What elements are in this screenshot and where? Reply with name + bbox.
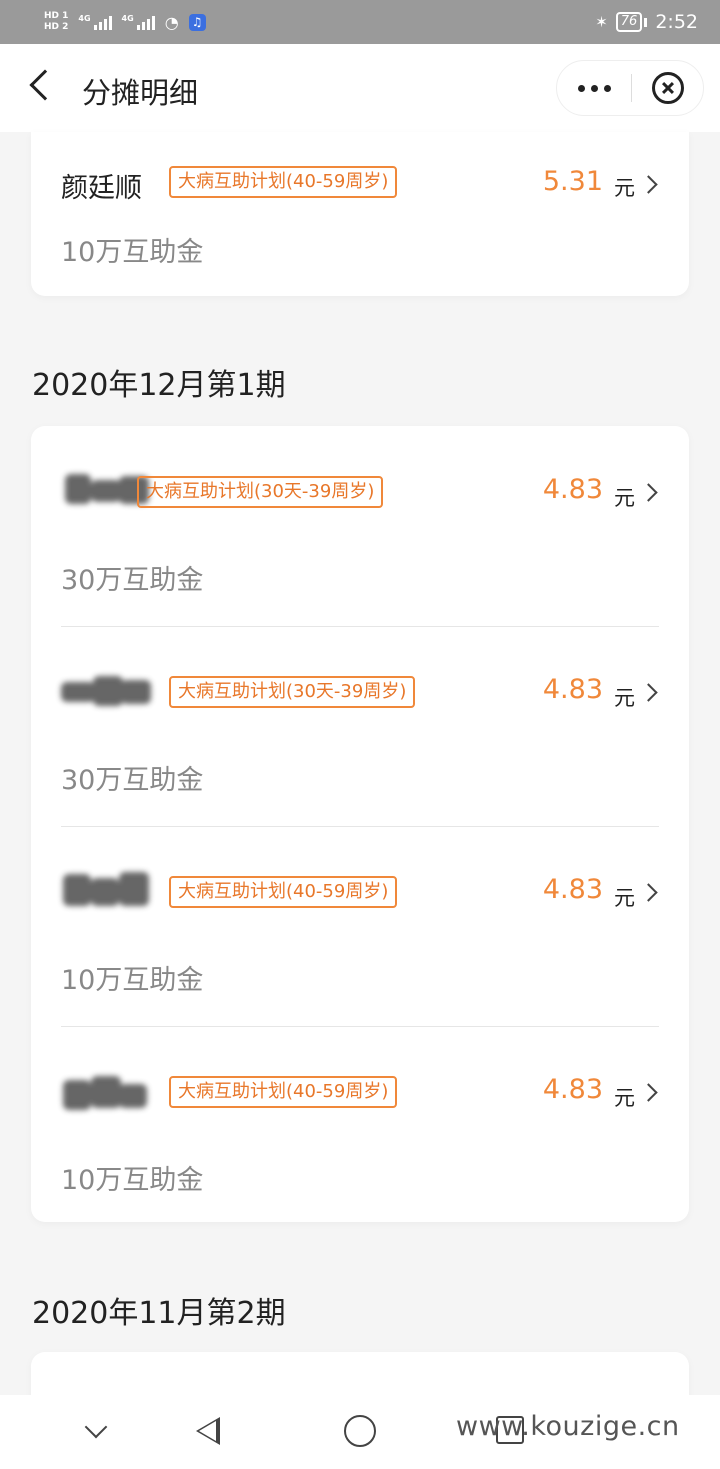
fund-amount: 10万互助金 bbox=[61, 1165, 204, 1196]
page-title: 分摊明细 bbox=[82, 76, 199, 110]
blurred-name bbox=[61, 670, 151, 716]
status-left: HD 1 HD 2 4G 4G ◔ ♫ bbox=[44, 11, 206, 33]
plan-tag: 大病互助计划(30天-39周岁) bbox=[137, 476, 384, 508]
list-item[interactable]: 大病互助计划(40-59周岁) 4.83 元 10万互助金 bbox=[31, 1026, 689, 1226]
amount-unit: 元 bbox=[614, 1086, 635, 1110]
wifi-icon: ◔ bbox=[164, 12, 179, 32]
chevron-right-icon bbox=[639, 1083, 658, 1102]
back-triangle-icon[interactable] bbox=[196, 1417, 220, 1445]
record-card: 大病互助计划(30天-39周岁) 4.83 元 30万互助金 大病互助计划(30… bbox=[31, 426, 689, 1222]
chevron-down-icon[interactable] bbox=[84, 1415, 108, 1439]
fund-amount: 10万互助金 bbox=[61, 965, 204, 996]
status-bar: HD 1 HD 2 4G 4G ◔ ♫ ✶ 76 2:52 bbox=[0, 0, 720, 44]
hd1-label: HD 1 bbox=[44, 11, 69, 21]
chevron-right-icon bbox=[639, 175, 658, 194]
more-icon[interactable] bbox=[557, 84, 631, 92]
bluetooth-icon: ✶ bbox=[595, 13, 608, 31]
hd2-label: HD 2 bbox=[44, 22, 69, 32]
amount-unit: 元 bbox=[614, 886, 635, 910]
amount-unit: 元 bbox=[614, 686, 635, 710]
battery-level: 76 bbox=[620, 14, 638, 29]
plan-tag: 大病互助计划(30天-39周岁) bbox=[169, 676, 416, 708]
section-title: 2020年12月第1期 bbox=[32, 368, 286, 403]
fund-amount: 10万互助金 bbox=[61, 237, 204, 268]
plan-tag: 大病互助计划(40-59周岁) bbox=[169, 1076, 398, 1108]
amount-value: 4.83 bbox=[542, 674, 603, 705]
amount-value: 4.83 bbox=[542, 1074, 603, 1105]
fund-amount: 30万互助金 bbox=[61, 765, 204, 796]
list-item[interactable]: 大病互助计划(30天-39周岁) 4.83 元 30万互助金 bbox=[31, 426, 689, 626]
blurred-name bbox=[61, 868, 151, 914]
back-icon[interactable] bbox=[29, 69, 61, 101]
battery-nub bbox=[644, 17, 648, 27]
close-icon[interactable] bbox=[652, 72, 684, 104]
plan-tag: 大病互助计划(40-59周岁) bbox=[169, 876, 398, 908]
network-type-2: 4G bbox=[121, 14, 134, 23]
amount-unit: 元 bbox=[614, 486, 635, 510]
chevron-right-icon bbox=[639, 883, 658, 902]
hd-indicator: HD 1 HD 2 bbox=[44, 11, 68, 33]
battery-icon: 76 bbox=[615, 12, 643, 32]
record-card-top: 颜廷顺 大病互助计划(40-59周岁) 5.31 元 10万互助金 bbox=[31, 132, 689, 296]
fund-amount: 30万互助金 bbox=[61, 565, 204, 596]
chevron-right-icon bbox=[639, 683, 658, 702]
watermark: www.kouzige.cn bbox=[456, 1411, 680, 1442]
status-right: ✶ 76 2:52 bbox=[595, 11, 698, 33]
capsule-divider bbox=[631, 74, 632, 102]
signal-icon: 4G bbox=[78, 14, 112, 30]
home-circle-icon[interactable] bbox=[344, 1415, 376, 1447]
amount-value: 4.83 bbox=[542, 474, 603, 505]
chevron-right-icon bbox=[639, 483, 658, 502]
blurred-name bbox=[61, 1070, 151, 1116]
signal-icon-2: 4G bbox=[122, 14, 155, 30]
nav-bar: 分摊明细 bbox=[0, 44, 720, 132]
section-title: 2020年11月第2期 bbox=[32, 1296, 286, 1331]
list-item[interactable]: 大病互助计划(30天-39周岁) 4.83 元 30万互助金 bbox=[31, 626, 689, 826]
member-name: 颜廷顺 bbox=[61, 173, 142, 204]
list-item[interactable]: 颜廷顺 大病互助计划(40-59周岁) 5.31 元 10万互助金 bbox=[31, 132, 689, 296]
clock: 2:52 bbox=[655, 11, 698, 33]
mini-program-capsule bbox=[556, 60, 704, 116]
plan-tag: 大病互助计划(40-59周岁) bbox=[169, 166, 398, 198]
amount-value: 4.83 bbox=[542, 874, 603, 905]
amount-unit: 元 bbox=[614, 176, 635, 200]
system-nav-bar: www.kouzige.cn bbox=[0, 1395, 720, 1469]
network-type-1: 4G bbox=[78, 14, 91, 23]
music-icon: ♫ bbox=[188, 13, 206, 31]
list-item[interactable]: 大病互助计划(40-59周岁) 4.83 元 10万互助金 bbox=[31, 826, 689, 1026]
amount-value: 5.31 bbox=[542, 166, 603, 197]
